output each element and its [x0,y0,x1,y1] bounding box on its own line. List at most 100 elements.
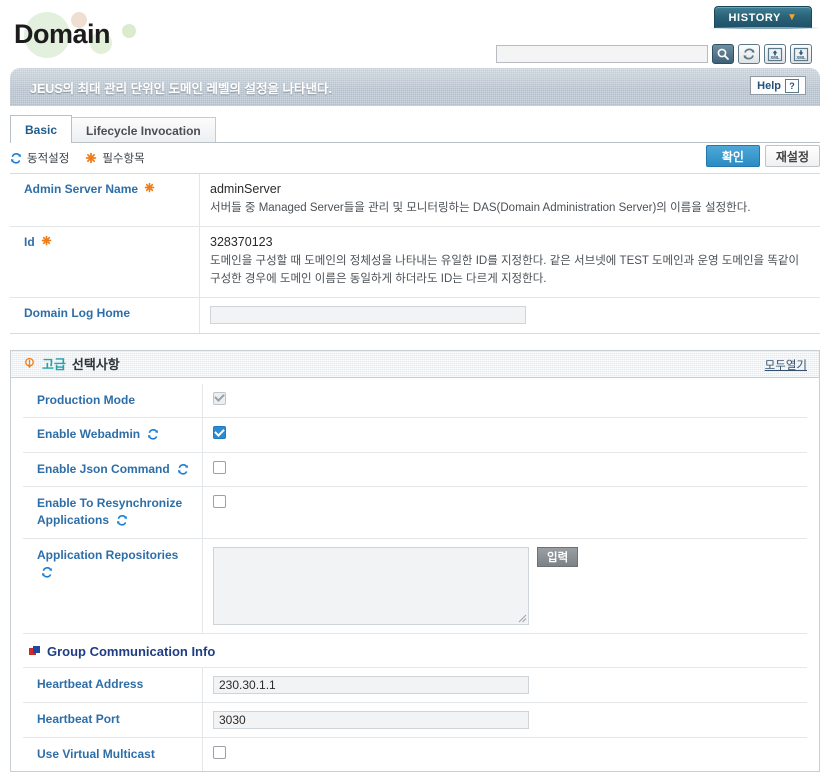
history-label: HISTORY [728,11,781,24]
legend-dynamic-label: 동적설정 [27,153,70,165]
top-bar: Domain HISTORY ▼ XML XML [0,0,830,68]
label-text: Admin Server Name [24,182,139,196]
id-value: 328370123 [210,235,273,250]
tab-basic[interactable]: Basic [10,115,73,143]
legend-required-field: 필수항목 [85,150,145,166]
label-text: Application Repositories [37,547,179,562]
banner-text: JEUS의 최대 관리 단위인 도메인 레벨의 설정을 나타낸다. [30,81,332,96]
help-button[interactable]: Help ? [750,76,806,95]
label-text: Enable Webadmin [37,427,141,442]
value-domain-log-home [200,298,820,333]
decorative-circle-small [122,24,136,38]
logo-area: Domain [14,10,136,58]
label-heartbeat-port: Heartbeat Port [23,702,203,737]
sync-icon [11,153,21,164]
label-enable-webadmin: Enable Webadmin [23,418,203,452]
sync-icon [178,463,188,475]
description-banner: JEUS의 최대 관리 단위인 도메인 레벨의 설정을 나타낸다. Help ? [10,68,820,106]
info-bulb-icon [25,358,34,369]
heartbeat-port-input[interactable] [213,710,529,729]
xml-export-icon: XML [793,47,809,61]
heartbeat-address-input[interactable] [213,675,529,694]
advanced-row-enable-json-command: Enable Json Command [23,452,807,487]
label-production-mode: Production Mode [23,383,203,418]
advanced-row-enable-resynchronize-applications: Enable To Resynchronize Applications [23,486,807,539]
form-row-admin-server-name: Admin Server Name adminServer 서버들 중 Mana… [10,174,820,228]
help-label: Help [757,79,781,92]
value-heartbeat-address [203,668,807,702]
label-application-repositories: Application Repositories [23,538,203,633]
refresh-icon [743,48,755,60]
search-icon [717,48,729,60]
legend-required-label: 필수항목 [102,153,145,165]
search-input[interactable] [496,45,708,63]
value-admin-server-name: adminServer 서버들 중 Managed Server들을 관리 및 … [200,174,820,226]
application-repositories-textarea[interactable] [213,546,529,625]
chevron-down-icon: ▼ [787,11,798,23]
domain-log-home-input[interactable] [210,305,526,324]
advanced-panel-body: Production Mode Enable Webadmin Enable J… [11,377,819,772]
sync-icon [148,429,159,440]
advanced-options-panel: 고급 선택사항 모두열기 Production Mode Enable Weba… [10,349,820,772]
label-enable-resynchronize-applications: Enable To Resynchronize Applications [23,486,203,538]
tab-lifecycle-invocation-label: Lifecycle Invocation [86,123,201,138]
confirm-button[interactable]: 확인 [705,145,760,167]
advanced-panel-header: 고급 선택사항 모두열기 [11,350,819,378]
label-admin-server-name: Admin Server Name [10,174,200,227]
tab-lifecycle-invocation[interactable]: Lifecycle Invocation [71,117,216,143]
label-domain-log-home: Domain Log Home [10,297,200,333]
question-mark-icon: ? [785,78,799,93]
enable-resynchronize-applications-checkbox[interactable] [213,494,226,508]
reset-button[interactable]: 재설정 [764,145,820,167]
advanced-row-use-virtual-multicast: Use Virtual Multicast [23,737,807,772]
advanced-row-heartbeat-address: Heartbeat Address [23,667,807,703]
label-id: Id [10,227,200,297]
advanced-row-production-mode: Production Mode [23,383,807,419]
value-enable-json-command [203,453,807,486]
advanced-panel-title: 고급 선택사항 [23,354,120,373]
form-row-domain-log-home: Domain Log Home [10,297,820,334]
enable-json-command-checkbox[interactable] [213,460,226,474]
action-buttons: 확인 재설정 [705,145,820,167]
xml-import-icon: XML [767,47,783,61]
value-use-virtual-multicast [203,738,807,771]
advanced-title-rest: 선택사항 [71,357,120,373]
advanced-row-heartbeat-port: Heartbeat Port [23,702,807,738]
label-use-virtual-multicast: Use Virtual Multicast [23,737,203,772]
value-enable-webadmin [203,418,807,451]
id-description: 도메인을 구성할 때 도메인의 정체성을 나타내는 유일한 ID를 지정한다. … [210,255,800,285]
label-enable-json-command: Enable Json Command [23,452,203,486]
advanced-title-highlight: 고급 [42,357,66,373]
sync-icon [42,567,52,578]
history-button[interactable]: HISTORY ▼ [714,6,812,28]
tab-basic-label: Basic [25,122,58,137]
legend-bar: 동적설정 필수항목 확인 재설정 [10,143,820,173]
label-text: Heartbeat Address [37,676,144,691]
asterisk-icon [144,182,155,193]
sync-icon [117,515,128,526]
use-virtual-multicast-checkbox[interactable] [213,745,226,759]
legend-dynamic-setting: 동적설정 [10,150,69,166]
value-application-repositories: 입력 [203,539,807,633]
group-communication-info-title: Group Communication Info [47,643,216,659]
xml-export-button[interactable]: XML [790,44,812,64]
label-text: Use Virtual Multicast [37,746,155,761]
basic-form: Admin Server Name adminServer 서버들 중 Mana… [10,173,820,334]
xml-import-button[interactable]: XML [764,44,786,64]
label-text: Enable To Resynchronize Applications [37,495,183,528]
asterisk-icon [86,152,97,164]
expand-all-link[interactable]: 모두열기 [765,357,807,373]
admin-server-name-value: adminServer [210,182,281,196]
history-underline [708,27,820,29]
production-mode-checkbox [213,391,226,405]
application-repositories-input-button[interactable]: 입력 [537,546,579,567]
refresh-button[interactable] [738,44,760,64]
form-row-id: Id 328370123 도메인을 구성할 때 도메인의 정체성을 나타내는 유… [10,227,820,298]
svg-text:XML: XML [770,55,780,60]
label-text: Id [24,235,35,250]
search-button[interactable] [712,44,734,64]
enable-webadmin-checkbox[interactable] [213,426,226,440]
search-toolbar: XML XML [496,44,812,64]
value-production-mode [203,384,807,417]
square-marker-icon [29,645,40,657]
